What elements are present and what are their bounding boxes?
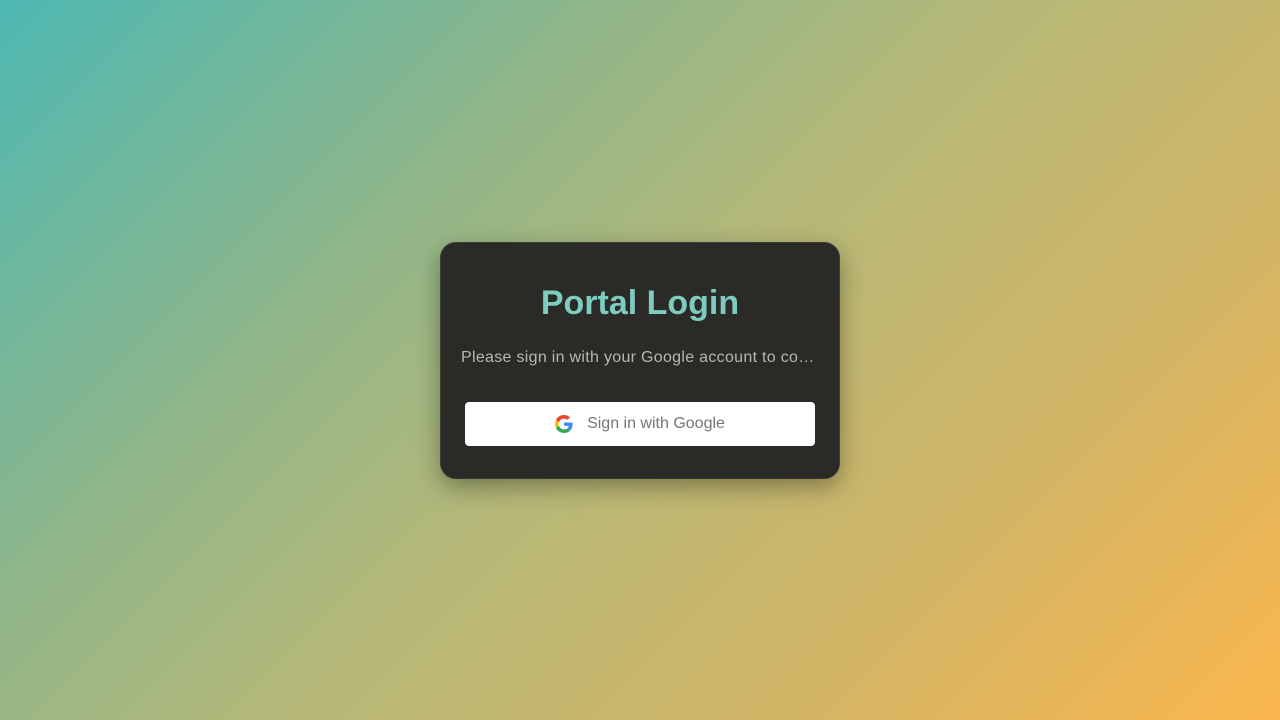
page-title: Portal Login	[540, 284, 740, 322]
google-sign-in-button[interactable]: Sign in with Google	[465, 402, 815, 446]
google-icon	[555, 415, 573, 433]
google-sign-in-label: Sign in with Google	[587, 415, 725, 432]
login-subtitle: Please sign in with your Google account …	[461, 349, 819, 366]
login-card: Portal Login Please sign in with your Go…	[440, 242, 840, 479]
